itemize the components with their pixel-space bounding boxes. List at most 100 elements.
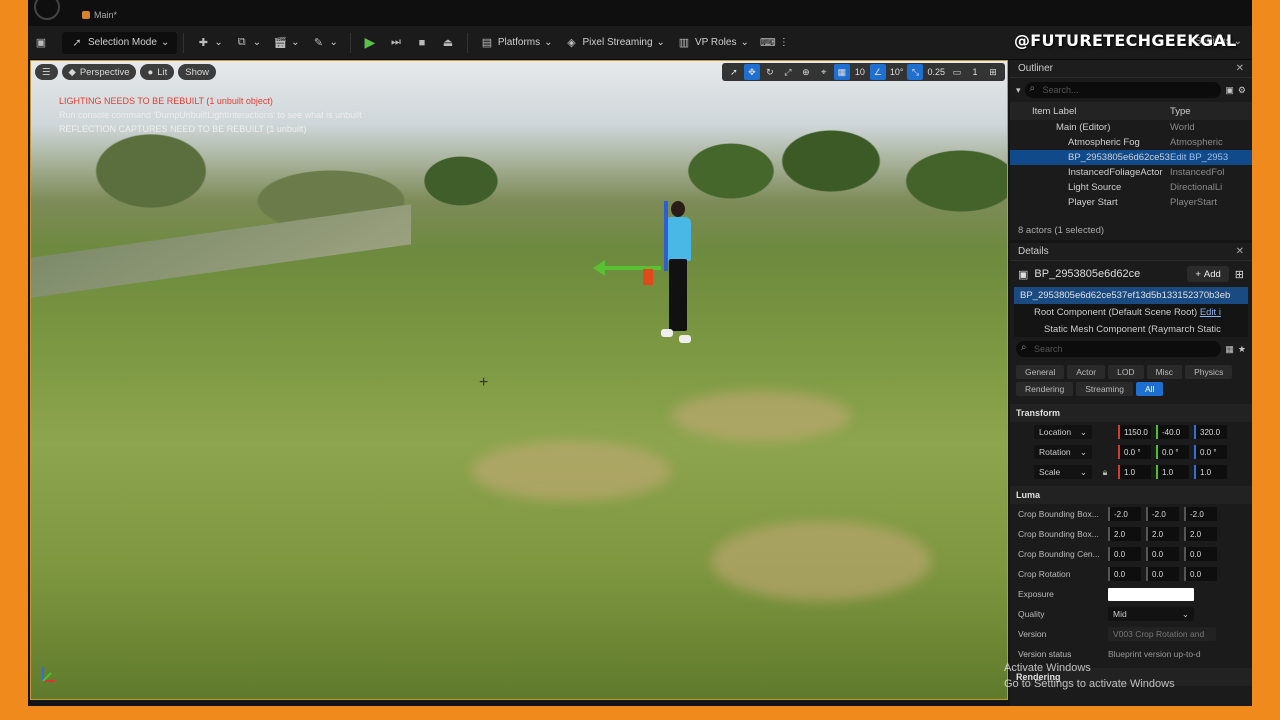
filter-streaming[interactable]: Streaming [1076,382,1133,396]
edit-link[interactable]: Edit i [1200,307,1221,318]
stop-button[interactable]: ■ [409,32,435,54]
show-button[interactable]: Show [178,64,217,80]
maximize-viewport-button[interactable]: ⊞ [985,64,1001,80]
table-view-icon[interactable]: ▦ [1225,344,1234,355]
gizmo-z-axis[interactable] [664,201,668,271]
rotation-snap-value[interactable]: 10° [888,64,906,80]
location-dropdown[interactable]: Location ⌄ [1034,425,1092,439]
scale-snap-value[interactable]: 0.25 [925,64,947,80]
component-item-root[interactable]: Root Component (Default Scene Root) Edit… [1014,304,1248,321]
controller-button[interactable]: ⌨ ⋮ [755,32,795,54]
location-z-field[interactable]: 320.0 [1194,425,1227,439]
filter-actor[interactable]: Actor [1067,365,1106,379]
add-component-button[interactable]: + Add [1187,266,1229,282]
select-tool[interactable]: ➚ [726,64,742,80]
filter-lod[interactable]: LOD [1108,365,1144,379]
rotation-snap-toggle[interactable]: ∠ [869,64,886,80]
viewport-menu-button[interactable]: ☰ [35,64,58,80]
outliner-row[interactable]: Atmospheric Fog Atmospheric [1010,135,1252,150]
scale-snap-toggle[interactable]: ⤡ [907,64,924,80]
grid-snap-toggle[interactable]: ▦ [833,64,850,80]
section-transform[interactable]: Transform [1010,404,1252,422]
filter-physics[interactable]: Physics [1185,365,1233,379]
location-y-field[interactable]: -40.0 [1156,425,1189,439]
scale-z-field[interactable]: 1.0 [1194,465,1227,479]
close-icon[interactable]: ✕ [1236,246,1244,257]
level-viewport[interactable]: ☰ ◆ Perspective ● Lit Show ➚ ✥ ↻ ⤢ ⊕ ⌖ ▦ 1… [30,60,1008,700]
camera-speed-value[interactable]: 1 [967,64,983,80]
platforms-dropdown[interactable]: ▤ Platforms ⌄ [474,32,559,54]
scale-tool[interactable]: ⤢ [780,64,796,80]
lock-icon[interactable]: 🔒︎ [1092,467,1118,478]
lit-button[interactable]: ● Lit [140,64,175,80]
surface-snap-toggle[interactable]: ⌖ [816,64,832,80]
rotation-x-field[interactable]: 0.0 ° [1118,445,1151,459]
crop-center-y[interactable]: 0.0 [1146,547,1179,561]
modeling-button[interactable]: ✎ ⌄ [306,32,344,54]
gizmo-arrow-icon[interactable] [593,260,605,276]
actor-name[interactable]: BP_2953805e6d62ce [1034,268,1140,280]
crop-rotation-z[interactable]: 0.0 [1184,567,1217,581]
filter-icon[interactable]: ▾ [1016,85,1021,96]
scale-y-field[interactable]: 1.0 [1156,465,1189,479]
gear-icon[interactable]: ⚙ [1238,85,1246,96]
quality-dropdown[interactable]: Mid ⌄ [1108,607,1194,621]
crop-center-z[interactable]: 0.0 [1184,547,1217,561]
crop-min-z[interactable]: -2.0 [1184,507,1217,521]
details-search-input[interactable]: ⌕ Search [1016,341,1222,357]
crop-max-x[interactable]: 2.0 [1108,527,1141,541]
star-icon[interactable]: ★ [1238,344,1246,355]
scale-x-field[interactable]: 1.0 [1118,465,1151,479]
blueprints-button[interactable]: ⧉ ⌄ [229,32,267,54]
outliner-row[interactable]: Light Source DirectionalLi [1010,180,1252,195]
translate-tool[interactable]: ✥ [743,64,760,80]
rotation-dropdown[interactable]: Rotation ⌄ [1034,445,1092,459]
pixel-streaming-dropdown[interactable]: ◈ Pixel Streaming ⌄ [559,32,671,54]
exposure-color-swatch[interactable] [1108,587,1194,601]
filter-misc[interactable]: Misc [1146,365,1183,379]
scale-dropdown[interactable]: Scale ⌄ [1034,465,1092,479]
vp-roles-dropdown[interactable]: ▥ VP Roles ⌄ [671,32,755,54]
world-local-toggle[interactable]: ⊕ [798,64,814,80]
selection-mode-dropdown[interactable]: ➚ Selection Mode ⌄ [62,31,178,54]
rotate-tool[interactable]: ↻ [762,64,778,80]
blueprint-options-icon[interactable]: ⊞ [1235,268,1244,281]
rotation-z-field[interactable]: 0.0 ° [1194,445,1227,459]
advance-frame-button[interactable]: ⏭ [383,32,409,54]
outliner-search-input[interactable]: ⌕ Search... [1024,82,1222,98]
filter-general[interactable]: General [1016,365,1065,379]
unreal-logo-icon[interactable] [34,0,60,20]
gizmo-x-axis[interactable] [643,269,653,285]
crop-rotation-x[interactable]: 0.0 [1108,567,1141,581]
col-item-label[interactable]: Item Label [1010,106,1170,117]
crop-max-z[interactable]: 2.0 [1184,527,1217,541]
outliner-row[interactable]: Main (Editor) World [1010,120,1252,135]
crop-rotation-y[interactable]: 0.0 [1146,567,1179,581]
tab-outliner[interactable]: Outliner ✕ [1010,60,1252,78]
filter-all[interactable]: All [1135,382,1164,396]
play-button[interactable]: ▶ [357,32,383,54]
outliner-row[interactable]: Player Start PlayerStart [1010,195,1252,210]
tab-details[interactable]: Details ✕ [1010,243,1252,261]
tab-main[interactable]: Main* [82,8,117,22]
filter-rendering[interactable]: Rendering [1016,382,1074,396]
outliner-row-selected[interactable]: BP_2953805e6d62ce537efEdit BP_2953 [1010,150,1252,165]
component-item-mesh[interactable]: Static Mesh Component (Raymarch Static [1014,321,1248,338]
location-x-field[interactable]: 1150.0 [1118,425,1151,439]
grid-snap-value[interactable]: 10 [852,64,868,80]
version-dropdown[interactable]: V003 Crop Rotation and [1108,627,1216,641]
component-item-actor[interactable]: BP_2953805e6d62ce537ef13d5b133152370b3eb [1014,287,1248,304]
save-button[interactable]: ▣ [28,32,54,54]
crop-min-x[interactable]: -2.0 [1108,507,1141,521]
section-luma[interactable]: Luma [1010,486,1252,504]
camera-speed-button[interactable]: ▭ [949,64,965,80]
crop-min-y[interactable]: -2.0 [1146,507,1179,521]
crop-center-x[interactable]: 0.0 [1108,547,1141,561]
cinematics-button[interactable]: 🎬︎ ⌄ [267,32,305,54]
crop-max-y[interactable]: 2.0 [1146,527,1179,541]
eject-button[interactable]: ⏏ [435,32,461,54]
add-folder-icon[interactable]: ▣ [1225,85,1234,96]
rotation-y-field[interactable]: 0.0 ° [1156,445,1189,459]
perspective-button[interactable]: ◆ Perspective [61,64,137,80]
close-icon[interactable]: ✕ [1236,63,1244,74]
